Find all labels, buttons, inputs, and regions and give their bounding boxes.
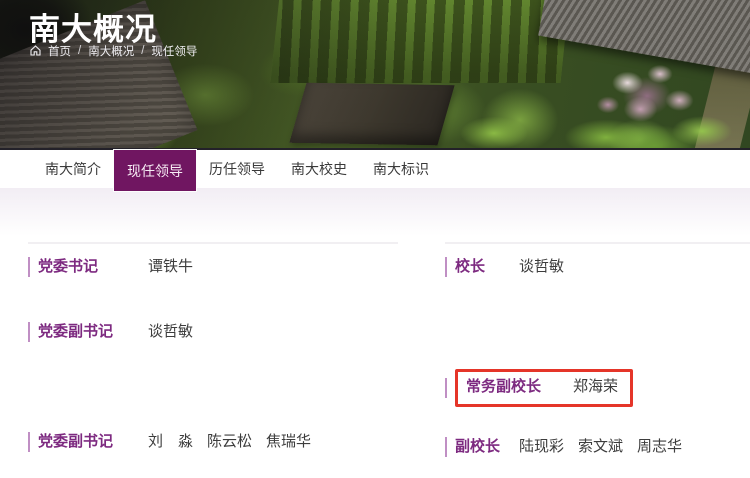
- column-divider-right: [445, 242, 750, 244]
- leadership-row: 党委书记谭铁牛: [28, 256, 193, 278]
- leader-names: 陆现彩索文斌周志华: [519, 436, 682, 458]
- leader-name: 谈哲敏: [519, 256, 564, 278]
- tab[interactable]: 南大校史: [278, 150, 360, 188]
- leader-name: 刘 淼: [148, 431, 193, 453]
- leader-names: 郑海荣: [573, 376, 618, 398]
- highlight-box: 常务副校长 郑海荣: [455, 369, 633, 407]
- tab-bar: 南大简介现任领导历任领导南大校史南大标识: [0, 150, 750, 188]
- leader-name: 谭铁牛: [148, 256, 193, 278]
- accent-bar: [445, 378, 447, 398]
- tab[interactable]: 历任领导: [196, 150, 278, 188]
- leader-name: 谈哲敏: [148, 321, 193, 343]
- accent-bar: [445, 437, 447, 457]
- breadcrumb-current[interactable]: 现任领导: [151, 43, 197, 59]
- leader-names: 谭铁牛: [148, 256, 193, 278]
- leader-name: 陈云松: [207, 431, 252, 453]
- leadership-row: 副校长陆现彩索文斌周志华: [445, 436, 682, 458]
- leader-name: 陆现彩: [519, 436, 564, 458]
- leader-name: 焦瑞华: [266, 431, 311, 453]
- row-body: 党委副书记刘 淼陈云松焦瑞华: [38, 431, 311, 453]
- leader-name: 周志华: [637, 436, 682, 458]
- leadership-row: 党委副书记谈哲敏: [28, 321, 193, 343]
- breadcrumb: 首页 / 南大概况 / 现任领导: [30, 43, 197, 59]
- breadcrumb-home[interactable]: 首页: [48, 43, 71, 59]
- row-body: 党委副书记谈哲敏: [38, 321, 193, 343]
- leader-name: 郑海荣: [573, 376, 618, 398]
- fade-strip: [0, 188, 750, 236]
- row-body: 校长谈哲敏: [455, 256, 564, 278]
- leader-name: 索文斌: [578, 436, 623, 458]
- tab[interactable]: 南大简介: [32, 150, 114, 188]
- page: { "page": { "title": "南大概况" }, "breadcru…: [0, 0, 750, 478]
- accent-bar: [445, 257, 447, 277]
- position-title: 校长: [455, 256, 519, 278]
- accent-bar: [28, 322, 30, 342]
- position-title: 常务副校长: [466, 376, 541, 398]
- breadcrumb-separator: /: [78, 45, 81, 57]
- row-body: 副校长陆现彩索文斌周志华: [455, 436, 682, 458]
- tab-active[interactable]: 现任领导: [114, 150, 196, 191]
- leadership-row: 校长谈哲敏: [445, 256, 564, 278]
- position-title: 党委副书记: [38, 321, 148, 343]
- breadcrumb-section[interactable]: 南大概况: [88, 43, 134, 59]
- accent-bar: [28, 432, 30, 452]
- leadership-row: 常务副校长 郑海荣: [445, 369, 633, 407]
- position-title: 副校长: [455, 436, 519, 458]
- leader-names: 谈哲敏: [148, 321, 193, 343]
- breadcrumb-separator: /: [141, 45, 144, 57]
- row-body: 党委书记谭铁牛: [38, 256, 193, 278]
- hero-image: 南大概况 首页 / 南大概况 / 现任领导: [0, 0, 750, 150]
- leadership-row: 党委副书记刘 淼陈云松焦瑞华: [28, 431, 311, 453]
- position-title: 党委书记: [38, 256, 148, 278]
- tab[interactable]: 南大标识: [360, 150, 442, 188]
- column-divider-left: [28, 242, 398, 244]
- position-title: 党委副书记: [38, 431, 148, 453]
- accent-bar: [28, 257, 30, 277]
- home-icon[interactable]: [30, 45, 41, 56]
- leader-names: 刘 淼陈云松焦瑞华: [148, 431, 311, 453]
- leader-names: 谈哲敏: [519, 256, 564, 278]
